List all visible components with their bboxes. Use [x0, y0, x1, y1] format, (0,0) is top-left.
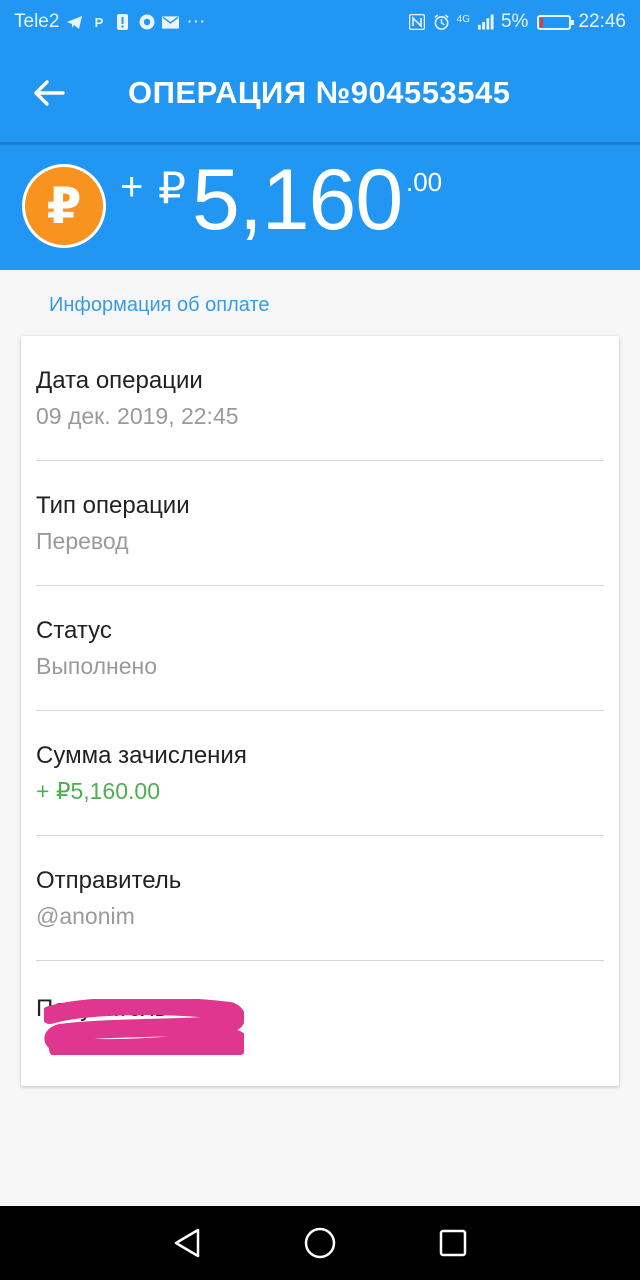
carrier-name: Tele2: [14, 11, 60, 32]
ruble-coin-icon: ₽: [22, 164, 106, 248]
row-value: + ₽5,160.00: [36, 778, 160, 804]
row-value: Перевод: [36, 528, 129, 554]
row-label: Отправитель: [36, 867, 182, 894]
nav-recents-button[interactable]: [431, 1221, 475, 1265]
battery-percent: 5%: [500, 11, 529, 32]
amount-currency: ₽: [158, 164, 186, 213]
section-title: Информация об оплате: [49, 294, 270, 316]
nav-home-button[interactable]: [298, 1221, 342, 1265]
app-bar: ОПЕРАЦИЯ №904553545: [0, 44, 640, 142]
amount-sign: +: [120, 165, 144, 209]
amount-value: 5,160: [192, 152, 403, 248]
nfc-icon: [409, 14, 426, 31]
arrow-left-icon: [34, 80, 65, 106]
network-type: 4G: [456, 14, 470, 25]
alert-icon: [114, 14, 131, 31]
navigation-bar: [0, 1206, 640, 1280]
nav-back-button[interactable]: [165, 1221, 209, 1265]
row-operation-type: Тип операции Перевод: [36, 461, 604, 586]
row-recipient: Получатель: [36, 961, 604, 1086]
parking-icon: P: [94, 14, 104, 30]
amount-cents: .00: [406, 167, 443, 197]
more-notifications: ···: [186, 11, 206, 32]
ruble-glyph: ₽: [46, 178, 82, 234]
circle-home-icon: [304, 1227, 336, 1259]
telegram-icon: [66, 14, 83, 31]
signal-icon: [477, 14, 494, 31]
row-value: @anonim: [36, 903, 135, 929]
row-value: 09 дек. 2019, 22:45: [36, 403, 239, 429]
row-label: Сумма зачисления: [36, 742, 247, 769]
alarm-icon: [433, 14, 450, 31]
amount-banner: ₽ + ₽ 5,160 .00: [0, 145, 640, 270]
mail-icon: [162, 14, 180, 31]
battery-level: [540, 17, 544, 27]
chrome-icon: [138, 14, 155, 31]
page-title: ОПЕРАЦИЯ №904553545: [128, 75, 511, 110]
row-label: Тип операции: [36, 492, 190, 519]
battery-icon: [537, 14, 575, 30]
row-sender: Отправитель @anonim: [36, 836, 604, 961]
square-recents-icon: [440, 1229, 467, 1257]
status-left: Tele2 P ···: [14, 11, 205, 33]
redaction-scribble: [44, 999, 244, 1055]
clock: 22:46: [578, 11, 626, 32]
status-bar: Tele2 P ··· 4G 5% 22:46: [0, 0, 640, 44]
back-button[interactable]: [20, 64, 78, 122]
status-right: 4G 5% 22:46: [409, 11, 626, 33]
row-label: Статус: [36, 617, 112, 644]
payment-info-card: Дата операции 09 дек. 2019, 22:45 Тип оп…: [21, 336, 619, 1086]
row-operation-date: Дата операции 09 дек. 2019, 22:45: [36, 336, 604, 461]
row-credit-amount: Сумма зачисления + ₽5,160.00: [36, 711, 604, 836]
row-label: Дата операции: [36, 367, 203, 394]
row-status: Статус Выполнено: [36, 586, 604, 711]
row-value: Выполнено: [36, 653, 158, 679]
triangle-back-icon: [174, 1228, 199, 1258]
